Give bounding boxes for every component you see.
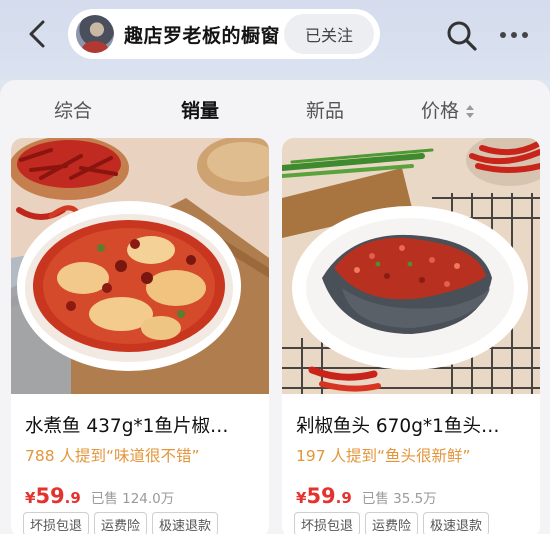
more-button[interactable] (494, 20, 534, 50)
sold-count: 已售 124.0万 (90, 491, 175, 507)
service-tag: 坏损包退 (23, 512, 90, 534)
shop-info-pill[interactable]: 趣店罗老板的橱窗 已关注 (68, 9, 380, 59)
more-dots-icon (511, 32, 517, 38)
product-image[interactable] (282, 138, 540, 394)
review-mention: 197 人提到“鱼头很新鲜” (296, 447, 471, 465)
product-card[interactable]: 剁椒鱼头 670g*1鱼头… 197 人提到“鱼头很新鲜” ¥ 59 .9 已售… (282, 138, 540, 534)
sort-arrows-icon (465, 103, 475, 121)
service-tag: 极速退款 (423, 512, 490, 534)
review-mention: 788 人提到“味道很不错” (25, 447, 200, 465)
product-title[interactable]: 剁椒鱼头 670g*1鱼头… (296, 412, 534, 438)
top-bar: 趣店罗老板的橱窗 已关注 (0, 0, 550, 80)
price-row: ¥ 59 .9 已售 124.0万 (25, 484, 174, 508)
back-button[interactable] (22, 18, 52, 50)
product-card[interactable]: 水煮鱼 437g*1鱼片椒… 788 人提到“味道很不错” ¥ 59 .9 已售… (11, 138, 269, 534)
sort-tabs: 综合 销量 新品 价格 (0, 82, 550, 136)
tab-sales[interactable]: 销量 (181, 96, 219, 123)
shop-name[interactable]: 趣店罗老板的橱窗 (124, 21, 280, 48)
sold-count: 已售 35.5万 (361, 491, 437, 507)
tab-comprehensive[interactable]: 综合 (54, 96, 92, 123)
chevron-left-icon (29, 20, 45, 48)
service-tags: 坏损包退 运费险 极速退款 (23, 512, 219, 534)
price-symbol: ¥ (296, 489, 307, 507)
service-tag: 极速退款 (152, 512, 219, 534)
tab-price[interactable]: 价格 (421, 96, 475, 123)
service-tag: 坏损包退 (294, 512, 361, 534)
search-icon (447, 21, 477, 51)
product-image[interactable] (11, 138, 269, 394)
price-decimal: .9 (335, 489, 352, 507)
price-decimal: .9 (64, 489, 81, 507)
service-tags: 坏损包退 运费险 极速退款 (294, 512, 490, 534)
service-tag: 运费险 (365, 512, 419, 534)
more-dots-icon (500, 32, 506, 38)
service-tag: 运费险 (94, 512, 148, 534)
product-title[interactable]: 水煮鱼 437g*1鱼片椒… (25, 412, 263, 438)
price-symbol: ¥ (25, 489, 36, 507)
price-integer: 59 (35, 484, 65, 508)
price-row: ¥ 59 .9 已售 35.5万 (296, 484, 437, 508)
follow-button[interactable]: 已关注 (284, 14, 374, 54)
shop-avatar[interactable] (76, 15, 114, 53)
price-integer: 59 (306, 484, 336, 508)
tab-new[interactable]: 新品 (306, 96, 344, 123)
more-dots-icon (522, 32, 528, 38)
search-button[interactable] (444, 18, 480, 54)
tab-price-label: 价格 (421, 100, 460, 122)
